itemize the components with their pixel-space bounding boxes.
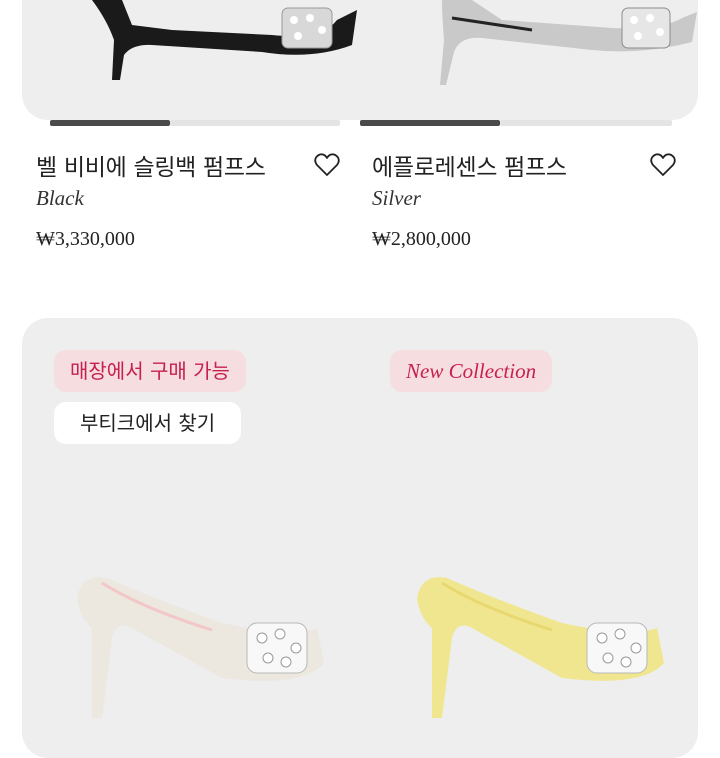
product-name-2[interactable]: 에플로레센스 펌프스 bbox=[372, 148, 567, 182]
product-card-bottom[interactable]: 매장에서 구매 가능 부티크에서 찾기 New Collection bbox=[22, 318, 698, 758]
product-color-2: Silver bbox=[372, 186, 421, 210]
product-price-1: ₩3,330,000 bbox=[36, 228, 135, 250]
product-price-2: ₩2,800,000 bbox=[372, 228, 471, 250]
carousel-track-left bbox=[170, 120, 340, 126]
heart-outline-icon[interactable] bbox=[650, 152, 676, 178]
product-image-silver-pump[interactable] bbox=[412, 0, 698, 90]
heart-outline-icon[interactable] bbox=[314, 152, 340, 178]
carousel-indicator-left bbox=[50, 120, 170, 126]
product-card-top[interactable] bbox=[22, 0, 698, 120]
product-name-1[interactable]: 벨 비비에 슬링백 펌프스 bbox=[36, 148, 266, 182]
product-image-yellow-pump[interactable] bbox=[402, 568, 672, 718]
carousel-track-right bbox=[500, 120, 672, 126]
product-image-ivory-pump[interactable] bbox=[62, 568, 332, 718]
carousel-indicator-right bbox=[360, 120, 500, 126]
product-color-1: Black bbox=[36, 186, 84, 210]
find-in-boutique-button[interactable]: 부티크에서 찾기 bbox=[54, 402, 242, 444]
badge-new-collection: New Collection bbox=[390, 350, 553, 392]
badge-store-available: 매장에서 구매 가능 bbox=[54, 350, 246, 392]
product-image-black-slingback[interactable] bbox=[62, 0, 362, 90]
